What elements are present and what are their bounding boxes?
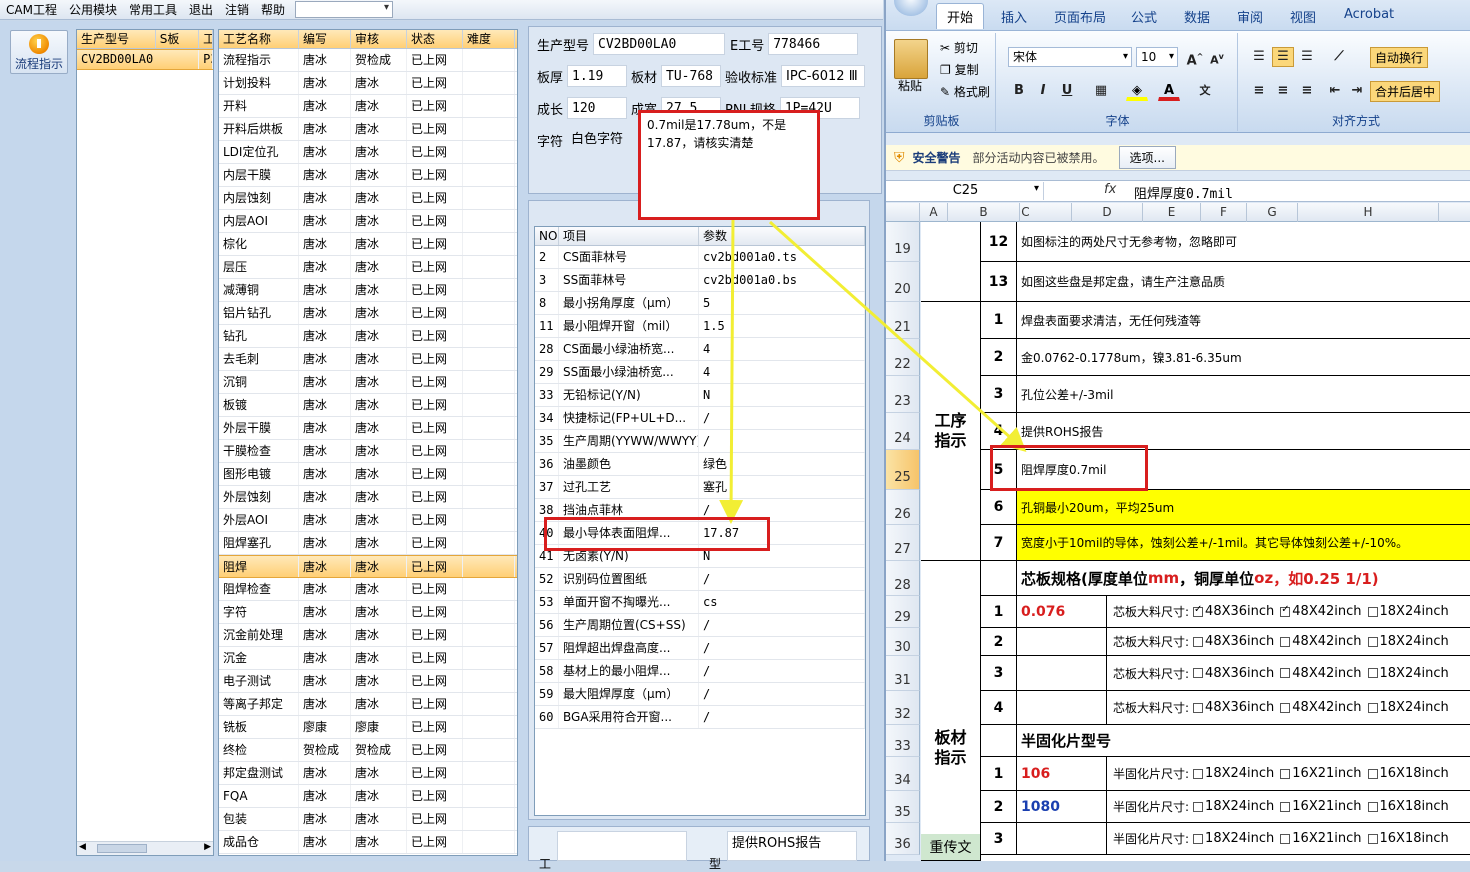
footer-cell[interactable]: 重传文 (921, 834, 981, 861)
highlight-box-param (544, 517, 770, 551)
arrow-to-param (719, 219, 744, 524)
highlight-box-cell (990, 445, 1148, 491)
comment-callout: 0.7mil是17.78um，不是17.87，请核实清楚 (638, 110, 820, 220)
arrow-to-cell (768, 220, 1027, 453)
